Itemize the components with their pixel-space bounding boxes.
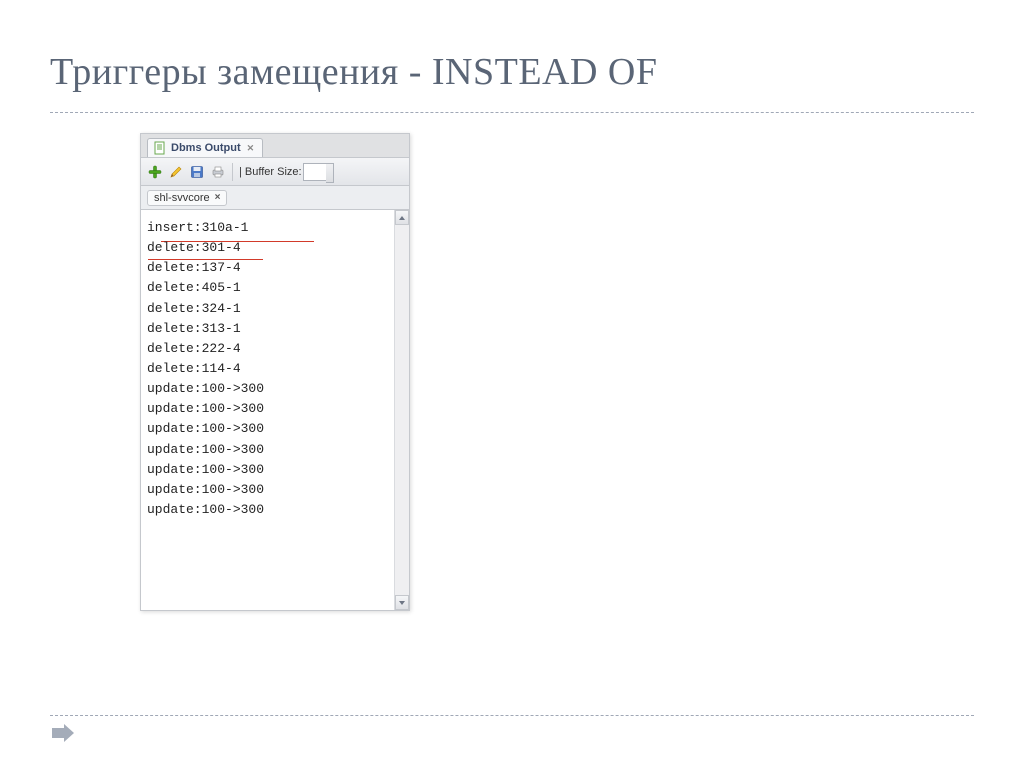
vertical-scrollbar[interactable] — [394, 210, 409, 610]
output-line: delete:324-1 — [147, 299, 388, 319]
output-line: update:100->300 — [147, 419, 388, 439]
panel-tab-row: Dbms Output ✕ — [141, 134, 409, 158]
scroll-track[interactable] — [395, 225, 409, 595]
output-line: update:100->300 — [147, 379, 388, 399]
content-area: Dbms Output ✕ — [140, 133, 974, 611]
edit-button[interactable] — [166, 162, 186, 182]
output-line: delete:313-1 — [147, 319, 388, 339]
output-line: delete:137-4 — [147, 258, 388, 278]
buffer-size-label: | Buffer Size: — [239, 166, 302, 178]
save-button[interactable] — [187, 162, 207, 182]
add-button[interactable] — [145, 162, 165, 182]
document-icon — [153, 141, 167, 155]
output-line: update:100->300 — [147, 500, 388, 520]
close-icon[interactable]: ✕ — [247, 143, 255, 154]
connection-label: shl-svvcore — [154, 192, 210, 204]
output-line: update:100->300 — [147, 460, 388, 480]
chevron-down-icon — [399, 601, 405, 605]
chevron-up-icon — [399, 216, 405, 220]
output-line: update:100->300 — [147, 480, 388, 500]
buffer-size-input[interactable] — [303, 163, 327, 181]
tab-label: Dbms Output — [171, 142, 241, 154]
connection-tab-row: shl-svvcore × — [141, 186, 409, 210]
output-text: insert:310a-1 delete:301-4 delete:137-4 … — [141, 210, 394, 610]
output-line: delete:114-4 — [147, 359, 388, 379]
slide-title: Триггеры замещения - INSTEAD OF — [50, 50, 974, 113]
output-container: insert:310a-1 delete:301-4 delete:137-4 … — [141, 210, 409, 610]
output-line: update:100->300 — [147, 440, 388, 460]
output-line: update:100->300 — [147, 399, 388, 419]
toolbar: | Buffer Size: — [141, 158, 409, 186]
close-icon[interactable]: × — [215, 192, 221, 203]
scroll-up-button[interactable] — [395, 210, 409, 225]
dbms-output-panel: Dbms Output ✕ — [140, 133, 410, 611]
print-button[interactable] — [208, 162, 228, 182]
dbms-output-tab[interactable]: Dbms Output ✕ — [147, 138, 263, 157]
connection-tab[interactable]: shl-svvcore × — [147, 190, 227, 206]
output-line: delete:222-4 — [147, 339, 388, 359]
footer-divider — [50, 715, 974, 716]
output-line: insert:310a-1 — [147, 218, 388, 238]
scroll-down-button[interactable] — [395, 595, 409, 610]
output-line: delete:405-1 — [147, 278, 388, 298]
output-line: delete:301-4 — [147, 238, 388, 258]
toolbar-separator — [232, 163, 233, 181]
slide-arrow-icon — [52, 724, 74, 742]
